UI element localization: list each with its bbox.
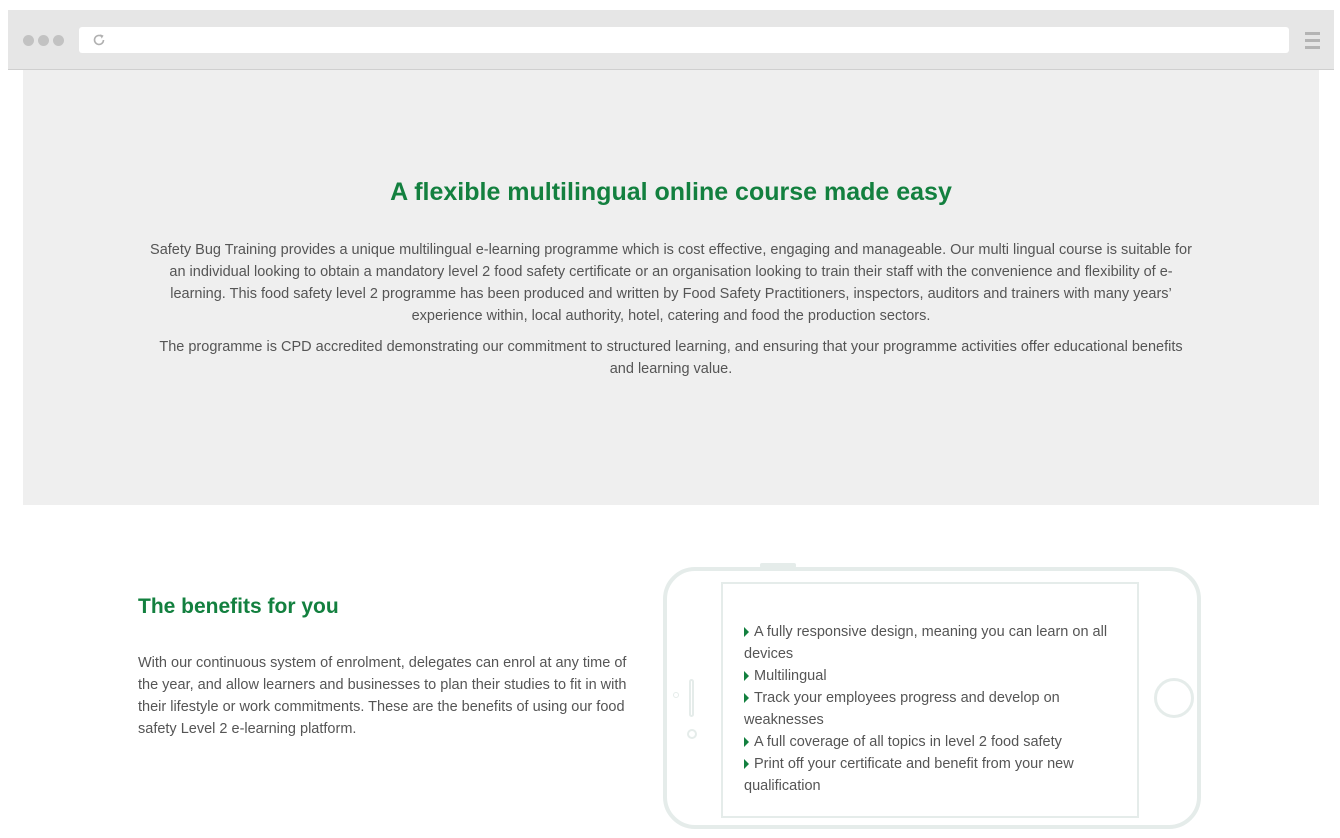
feature-text: A fully responsive design, meaning you c… bbox=[744, 624, 1108, 662]
hero-paragraph: Safety Bug Training provides a unique mu… bbox=[150, 242, 1192, 324]
list-item: A full coverage of all topics in level 2… bbox=[744, 731, 1124, 753]
list-item: A fully responsive design, meaning you c… bbox=[744, 621, 1124, 665]
hamburger-menu-icon[interactable] bbox=[1305, 32, 1320, 49]
list-item: Print off your certificate and benefit f… bbox=[744, 753, 1124, 797]
caret-right-icon bbox=[744, 671, 749, 681]
list-item: Track your employees progress and develo… bbox=[744, 687, 1124, 731]
phone-mockup: A fully responsive design, meaning you c… bbox=[663, 567, 1201, 829]
hero-title: A flexible multilingual online course ma… bbox=[390, 178, 952, 206]
caret-right-icon bbox=[744, 759, 749, 769]
window-dot-icon[interactable] bbox=[23, 35, 34, 46]
feature-text: Track your employees progress and develo… bbox=[744, 690, 1060, 728]
caret-right-icon bbox=[744, 627, 749, 637]
hero-section: A flexible multilingual online course ma… bbox=[23, 70, 1319, 505]
hero-paragraph: The programme is CPD accredited demonstr… bbox=[159, 339, 1183, 377]
caret-right-icon bbox=[744, 737, 749, 747]
window-dot-icon[interactable] bbox=[38, 35, 49, 46]
phone-home-button bbox=[1154, 678, 1194, 718]
feature-text: Multilingual bbox=[754, 668, 827, 684]
window-controls bbox=[23, 35, 64, 46]
feature-text: A full coverage of all topics in level 2… bbox=[754, 734, 1062, 750]
window-dot-icon[interactable] bbox=[53, 35, 64, 46]
reload-icon[interactable] bbox=[92, 33, 106, 47]
phone-screen: A fully responsive design, meaning you c… bbox=[721, 582, 1139, 818]
phone-speaker-icon bbox=[689, 679, 694, 717]
benefits-title: The benefits for you bbox=[138, 595, 339, 618]
phone-sensor-icon bbox=[673, 692, 679, 698]
phone-camera-icon bbox=[687, 729, 697, 739]
caret-right-icon bbox=[744, 693, 749, 703]
browser-toolbar bbox=[8, 10, 1334, 70]
feature-text: Print off your certificate and benefit f… bbox=[744, 756, 1074, 794]
list-item: Multilingual bbox=[744, 665, 1124, 687]
address-bar[interactable] bbox=[79, 27, 1289, 53]
benefits-description: With our continuous system of enrolment,… bbox=[138, 655, 627, 737]
hero-body: Safety Bug Training provides a unique mu… bbox=[148, 239, 1194, 389]
feature-list: A fully responsive design, meaning you c… bbox=[744, 621, 1124, 797]
